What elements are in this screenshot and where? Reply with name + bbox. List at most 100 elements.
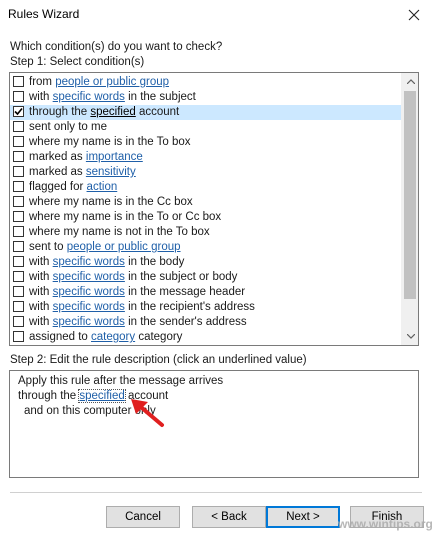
condition-checkbox[interactable]	[13, 301, 24, 312]
condition-label: where my name is in the To or Cc box	[29, 210, 221, 225]
condition-item[interactable]: with specific words in the message heade…	[10, 285, 402, 300]
condition-link[interactable]: people or public group	[55, 76, 169, 88]
condition-label: assigned to category category	[29, 330, 182, 345]
condition-text: where my name is in the Cc box	[29, 196, 193, 208]
condition-checkbox[interactable]	[13, 271, 24, 282]
condition-link[interactable]: specific words	[53, 286, 125, 298]
condition-item[interactable]: sent to people or public group	[10, 240, 402, 255]
condition-checkbox[interactable]	[13, 91, 24, 102]
condition-checkbox[interactable]	[13, 136, 24, 147]
condition-checkbox[interactable]	[13, 256, 24, 267]
chevron-down-icon	[406, 334, 415, 339]
condition-label: with specific words in the recipient's a…	[29, 300, 255, 315]
condition-checkbox[interactable]	[13, 196, 24, 207]
condition-text: sent to	[29, 241, 67, 253]
condition-checkbox[interactable]	[13, 151, 24, 162]
condition-label: with specific words in the subject	[29, 90, 196, 105]
condition-label: sent only to me	[29, 120, 107, 135]
condition-item[interactable]: sent only to me	[10, 120, 402, 135]
condition-item[interactable]: where my name is in the To box	[10, 135, 402, 150]
condition-link[interactable]: specified	[90, 106, 135, 118]
specified-account-link[interactable]: specified	[78, 389, 126, 403]
condition-item[interactable]: marked as sensitivity	[10, 165, 402, 180]
condition-text: where my name is in the To or Cc box	[29, 211, 222, 223]
scrollbar-thumb[interactable]	[404, 91, 416, 299]
condition-label: marked as sensitivity	[29, 165, 136, 180]
condition-checkbox[interactable]	[13, 241, 24, 252]
condition-link[interactable]: importance	[86, 151, 143, 163]
condition-item[interactable]: with specific words in the sender's addr…	[10, 315, 402, 330]
description-text: through the	[18, 390, 80, 402]
condition-label: with specific words in the subject or bo…	[29, 270, 237, 285]
condition-item[interactable]: where my name is not in the To box	[10, 225, 402, 240]
next-button[interactable]: Next >	[266, 506, 340, 528]
condition-link[interactable]: people or public group	[67, 241, 181, 253]
condition-text: in the subject or body	[124, 271, 238, 283]
condition-text: assigned to	[29, 331, 92, 343]
condition-checkbox[interactable]	[13, 106, 24, 117]
condition-text: in the recipient's address	[124, 301, 255, 313]
condition-text: with	[29, 256, 53, 268]
condition-text: in the subject	[124, 91, 196, 103]
close-button[interactable]	[396, 0, 432, 29]
condition-checkbox[interactable]	[13, 316, 24, 327]
watermark: www.wintips.org	[338, 517, 432, 531]
condition-item[interactable]: marked as importance	[10, 150, 402, 165]
condition-link[interactable]: specific words	[53, 271, 125, 283]
condition-text: where my name is not in the To box	[29, 226, 210, 238]
condition-item[interactable]: from people or public group	[10, 75, 402, 90]
condition-item[interactable]: through the specified account	[10, 105, 402, 120]
condition-checkbox[interactable]	[13, 286, 24, 297]
condition-label: sent to people or public group	[29, 240, 181, 255]
condition-checkbox[interactable]	[13, 76, 24, 87]
condition-item[interactable]: with specific words in the subject	[10, 90, 402, 105]
condition-link[interactable]: action	[87, 181, 118, 193]
condition-checkbox[interactable]	[13, 166, 24, 177]
title-bar: Rules Wizard	[0, 0, 432, 29]
condition-item[interactable]: with specific words in the recipient's a…	[10, 300, 402, 315]
condition-link[interactable]: category	[91, 331, 135, 343]
condition-item[interactable]: where my name is in the Cc box	[10, 195, 402, 210]
condition-item[interactable]: with specific words in the subject or bo…	[10, 270, 402, 285]
footer-divider	[10, 492, 422, 493]
cancel-button[interactable]: Cancel	[106, 506, 180, 528]
condition-text: marked as	[29, 151, 86, 163]
condition-text: flagged for	[29, 181, 87, 193]
condition-link[interactable]: specific words	[53, 256, 125, 268]
condition-text: where my name is in the To box	[29, 136, 191, 148]
conditions-prompt: Which condition(s) do you want to check?	[10, 41, 223, 53]
back-button[interactable]: < Back	[192, 506, 266, 528]
condition-checkbox[interactable]	[13, 211, 24, 222]
condition-text: with	[29, 301, 53, 313]
conditions-list[interactable]: from people or public group with specific…	[9, 72, 419, 346]
condition-checkbox[interactable]	[13, 226, 24, 237]
condition-text: with	[29, 316, 53, 328]
conditions-scrollbar[interactable]	[401, 73, 418, 345]
scroll-up-button[interactable]	[402, 73, 418, 90]
chevron-up-icon	[406, 79, 415, 84]
scroll-down-button[interactable]	[402, 328, 418, 345]
condition-item[interactable]: where my name is in the To or Cc box	[10, 210, 402, 225]
checkmark-icon	[14, 107, 23, 116]
condition-text: account	[135, 106, 180, 118]
condition-label: flagged for action	[29, 180, 117, 195]
condition-item[interactable]: assigned to category category	[10, 330, 402, 345]
condition-checkbox[interactable]	[13, 181, 24, 192]
condition-checkbox[interactable]	[13, 331, 24, 342]
rule-description-box: Apply this rule after the message arrive…	[9, 370, 419, 478]
condition-link[interactable]: specific words	[53, 301, 125, 313]
condition-label: where my name is in the To box	[29, 135, 191, 150]
close-icon	[408, 9, 420, 20]
condition-link[interactable]: specific words	[53, 91, 125, 103]
condition-text: with	[29, 286, 53, 298]
condition-text: marked as	[29, 166, 86, 178]
condition-link[interactable]: sensitivity	[86, 166, 136, 178]
condition-item[interactable]: with specific words in the body	[10, 255, 402, 270]
step2-label: Step 2: Edit the rule description (click…	[10, 354, 307, 366]
condition-item[interactable]: flagged for action	[10, 180, 402, 195]
condition-label: with specific words in the sender's addr…	[29, 315, 247, 330]
condition-label: with specific words in the message heade…	[29, 285, 245, 300]
condition-checkbox[interactable]	[13, 121, 24, 132]
window-title: Rules Wizard	[8, 7, 80, 21]
condition-link[interactable]: specific words	[53, 316, 125, 328]
